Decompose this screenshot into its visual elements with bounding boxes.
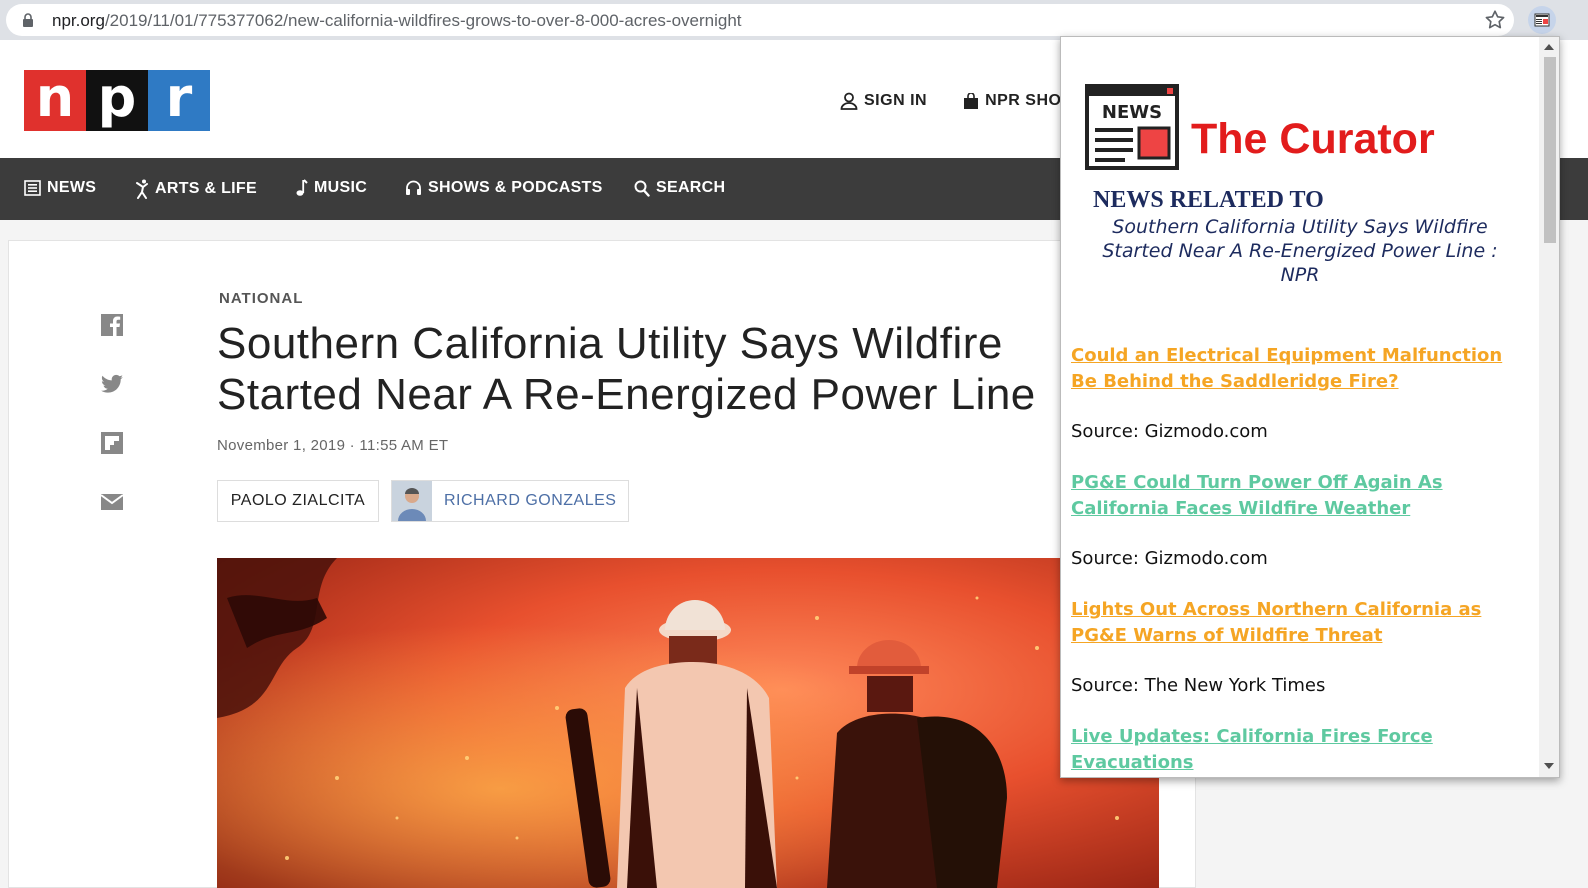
dancer-icon: [136, 179, 148, 199]
nav-arts-life-label: ARTS & LIFE: [155, 180, 257, 197]
related-article-link-3[interactable]: Lights Out Across Northern California as…: [1071, 597, 1511, 649]
popup-scrollbar[interactable]: [1539, 37, 1559, 777]
lock-icon: [23, 13, 33, 27]
shopping-bag-icon: [964, 93, 979, 109]
scroll-down-arrow-icon[interactable]: [1544, 763, 1554, 769]
nav-shows-podcasts[interactable]: SHOWS & PODCASTS: [405, 179, 603, 197]
logo-letter-r: r: [148, 70, 210, 131]
article-headline: Southern California Utility Says Wildfir…: [217, 319, 1036, 419]
popup-title: The Curator: [1191, 115, 1435, 163]
scroll-thumb[interactable]: [1544, 57, 1556, 243]
npr-logo[interactable]: n p r: [24, 70, 210, 131]
header-links: SIGN IN NPR SHOP: [840, 92, 1073, 110]
nav-news[interactable]: NEWS: [24, 179, 96, 197]
url-path: /2019/11/01/775377062/new-california-wil…: [104, 11, 742, 30]
author-name: PAOLO ZIALCITA: [230, 492, 366, 509]
browser-toolbar: npr.org/2019/11/01/775377062/new-califor…: [0, 0, 1588, 40]
nav-search-label: SEARCH: [656, 179, 726, 196]
twitter-icon[interactable]: [100, 372, 124, 396]
author-byline-2[interactable]: RICHARD GONZALES: [391, 480, 629, 522]
related-article-source-1: Source: Gizmodo.com: [1071, 421, 1268, 442]
related-article-link-1[interactable]: Could an Electrical Equipment Malfunctio…: [1071, 343, 1511, 395]
related-article-link-2[interactable]: PG&E Could Turn Power Off Again As Calif…: [1071, 470, 1511, 522]
search-icon: [634, 180, 650, 197]
author-name: RICHARD GONZALES: [444, 492, 617, 509]
hero-photo-firefighters: [217, 558, 1159, 888]
email-icon[interactable]: [100, 490, 124, 514]
headphones-icon: [406, 180, 421, 195]
scroll-up-arrow-icon[interactable]: [1544, 44, 1554, 50]
curator-popup: NEWS The Curator NEWS RELATED TO Souther…: [1060, 36, 1560, 778]
article-category[interactable]: NATIONAL: [219, 290, 303, 307]
url-text: npr.org/2019/11/01/775377062/new-califor…: [52, 11, 742, 31]
news-icon-label: NEWS: [1102, 102, 1162, 123]
music-note-icon: [296, 179, 308, 196]
related-heading: NEWS RELATED TO: [1093, 187, 1324, 213]
facebook-icon[interactable]: [100, 313, 124, 337]
url-host: npr.org: [52, 11, 105, 30]
nav-music-label: MUSIC: [314, 179, 368, 196]
nav-news-label: NEWS: [47, 179, 97, 196]
address-bar[interactable]: npr.org/2019/11/01/775377062/new-califor…: [6, 4, 1514, 36]
nav-search[interactable]: SEARCH: [634, 179, 725, 197]
flipboard-icon[interactable]: [100, 431, 124, 455]
author-photo: [392, 481, 432, 521]
sign-in-link[interactable]: SIGN IN: [840, 92, 927, 110]
related-article-source-2: Source: Gizmodo.com: [1071, 548, 1268, 569]
related-article-link-4[interactable]: Live Updates: California Fires Force Eva…: [1071, 724, 1511, 776]
related-article-source-3: Source: The New York Times: [1071, 675, 1326, 696]
news-list-icon: [24, 180, 41, 196]
npr-shop-link[interactable]: NPR SHOP: [963, 92, 1073, 110]
nav-arts-life[interactable]: ARTS & LIFE: [135, 179, 257, 199]
author-avatar: [392, 481, 432, 521]
nav-music[interactable]: MUSIC: [296, 179, 367, 197]
user-icon: [840, 92, 858, 110]
sign-in-label: SIGN IN: [864, 92, 928, 109]
logo-letter-p: p: [86, 70, 148, 131]
bookmark-star-icon[interactable]: [1484, 9, 1506, 31]
related-subject: Southern California Utility Says Wildfir…: [1102, 216, 1498, 286]
newspaper-icon: [1534, 13, 1550, 27]
nav-shows-podcasts-label: SHOWS & PODCASTS: [428, 179, 603, 196]
logo-letter-n: n: [24, 70, 86, 131]
article-date: November 1, 2019 · 11:55 AM ET: [217, 437, 449, 454]
author-byline-1[interactable]: PAOLO ZIALCITA: [217, 480, 379, 522]
news-icon: NEWS: [1085, 84, 1179, 170]
curator-extension-icon[interactable]: [1528, 6, 1556, 34]
